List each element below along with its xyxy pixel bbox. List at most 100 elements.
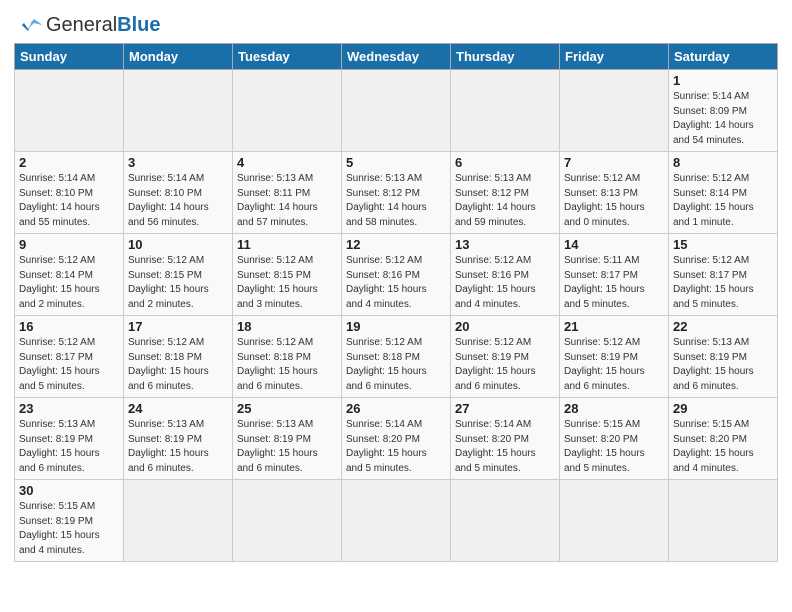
day-info: Sunrise: 5:12 AM Sunset: 8:18 PM Dayligh… bbox=[346, 336, 446, 394]
week-row-2: 9 Sunrise: 5:12 AM Sunset: 8:14 PM Daylig… bbox=[15, 234, 778, 316]
day-cell bbox=[15, 70, 124, 152]
header-cell-friday: Friday bbox=[560, 44, 669, 70]
week-row-4: 23 Sunrise: 5:13 AM Sunset: 8:19 PM Dayli… bbox=[15, 398, 778, 480]
day-number: 7 bbox=[564, 155, 664, 170]
day-number: 27 bbox=[455, 401, 555, 416]
day-cell: 23 Sunrise: 5:13 AM Sunset: 8:19 PM Dayli… bbox=[15, 398, 124, 480]
day-number: 21 bbox=[564, 319, 664, 334]
day-cell: 10 Sunrise: 5:12 AM Sunset: 8:15 PM Dayli… bbox=[124, 234, 233, 316]
day-number: 18 bbox=[237, 319, 337, 334]
day-cell bbox=[124, 480, 233, 562]
day-number: 9 bbox=[19, 237, 119, 252]
day-info: Sunrise: 5:12 AM Sunset: 8:15 PM Dayligh… bbox=[128, 254, 228, 312]
day-cell bbox=[124, 70, 233, 152]
day-cell bbox=[451, 480, 560, 562]
day-cell: 22 Sunrise: 5:13 AM Sunset: 8:19 PM Dayli… bbox=[669, 316, 778, 398]
header-cell-wednesday: Wednesday bbox=[342, 44, 451, 70]
header-cell-monday: Monday bbox=[124, 44, 233, 70]
day-info: Sunrise: 5:12 AM Sunset: 8:19 PM Dayligh… bbox=[564, 336, 664, 394]
day-cell bbox=[342, 480, 451, 562]
logo-text: GeneralBlue bbox=[46, 14, 161, 37]
day-cell: 7Sunrise: 5:12 AM Sunset: 8:13 PM Daylig… bbox=[560, 152, 669, 234]
header: GeneralBlue bbox=[14, 10, 778, 37]
day-cell: 27 Sunrise: 5:14 AM Sunset: 8:20 PM Dayli… bbox=[451, 398, 560, 480]
day-number: 6 bbox=[455, 155, 555, 170]
day-number: 22 bbox=[673, 319, 773, 334]
day-info: Sunrise: 5:12 AM Sunset: 8:17 PM Dayligh… bbox=[19, 336, 119, 394]
day-number: 28 bbox=[564, 401, 664, 416]
page: GeneralBlue SundayMondayTuesdayWednesday… bbox=[0, 0, 792, 576]
day-info: Sunrise: 5:14 AM Sunset: 8:20 PM Dayligh… bbox=[455, 418, 555, 476]
day-number: 29 bbox=[673, 401, 773, 416]
header-row: SundayMondayTuesdayWednesdayThursdayFrid… bbox=[15, 44, 778, 70]
day-cell: 9 Sunrise: 5:12 AM Sunset: 8:14 PM Daylig… bbox=[15, 234, 124, 316]
week-row-3: 16 Sunrise: 5:12 AM Sunset: 8:17 PM Dayli… bbox=[15, 316, 778, 398]
day-info: Sunrise: 5:14 AM Sunset: 8:10 PM Dayligh… bbox=[128, 172, 228, 230]
day-cell: 20Sunrise: 5:12 AM Sunset: 8:19 PM Dayli… bbox=[451, 316, 560, 398]
day-info: Sunrise: 5:13 AM Sunset: 8:19 PM Dayligh… bbox=[128, 418, 228, 476]
day-cell: 11Sunrise: 5:12 AM Sunset: 8:15 PM Dayli… bbox=[233, 234, 342, 316]
day-cell bbox=[233, 480, 342, 562]
day-cell: 1 Sunrise: 5:14 AM Sunset: 8:09 PM Daylig… bbox=[669, 70, 778, 152]
day-number: 23 bbox=[19, 401, 119, 416]
day-info: Sunrise: 5:13 AM Sunset: 8:11 PM Dayligh… bbox=[237, 172, 337, 230]
day-info: Sunrise: 5:12 AM Sunset: 8:18 PM Dayligh… bbox=[237, 336, 337, 394]
day-cell: 18 Sunrise: 5:12 AM Sunset: 8:18 PM Dayli… bbox=[233, 316, 342, 398]
day-info: Sunrise: 5:14 AM Sunset: 8:09 PM Dayligh… bbox=[673, 90, 773, 148]
day-cell: 8 Sunrise: 5:12 AM Sunset: 8:14 PM Daylig… bbox=[669, 152, 778, 234]
day-cell: 12Sunrise: 5:12 AM Sunset: 8:16 PM Dayli… bbox=[342, 234, 451, 316]
day-number: 13 bbox=[455, 237, 555, 252]
day-number: 1 bbox=[673, 73, 773, 88]
day-cell bbox=[342, 70, 451, 152]
week-row-1: 2Sunrise: 5:14 AM Sunset: 8:10 PM Daylig… bbox=[15, 152, 778, 234]
header-cell-tuesday: Tuesday bbox=[233, 44, 342, 70]
day-number: 26 bbox=[346, 401, 446, 416]
day-cell: 17Sunrise: 5:12 AM Sunset: 8:18 PM Dayli… bbox=[124, 316, 233, 398]
day-info: Sunrise: 5:12 AM Sunset: 8:16 PM Dayligh… bbox=[346, 254, 446, 312]
day-info: Sunrise: 5:12 AM Sunset: 8:16 PM Dayligh… bbox=[455, 254, 555, 312]
day-number: 5 bbox=[346, 155, 446, 170]
day-cell: 15Sunrise: 5:12 AM Sunset: 8:17 PM Dayli… bbox=[669, 234, 778, 316]
header-cell-saturday: Saturday bbox=[669, 44, 778, 70]
day-number: 16 bbox=[19, 319, 119, 334]
day-cell: 16 Sunrise: 5:12 AM Sunset: 8:17 PM Dayli… bbox=[15, 316, 124, 398]
day-info: Sunrise: 5:15 AM Sunset: 8:19 PM Dayligh… bbox=[19, 500, 119, 558]
day-cell: 13 Sunrise: 5:12 AM Sunset: 8:16 PM Dayli… bbox=[451, 234, 560, 316]
day-info: Sunrise: 5:13 AM Sunset: 8:12 PM Dayligh… bbox=[455, 172, 555, 230]
day-cell bbox=[233, 70, 342, 152]
day-cell bbox=[560, 480, 669, 562]
day-info: Sunrise: 5:12 AM Sunset: 8:18 PM Dayligh… bbox=[128, 336, 228, 394]
day-info: Sunrise: 5:14 AM Sunset: 8:20 PM Dayligh… bbox=[346, 418, 446, 476]
day-cell: 21 Sunrise: 5:12 AM Sunset: 8:19 PM Dayli… bbox=[560, 316, 669, 398]
day-cell: 14Sunrise: 5:11 AM Sunset: 8:17 PM Dayli… bbox=[560, 234, 669, 316]
day-cell bbox=[560, 70, 669, 152]
day-info: Sunrise: 5:12 AM Sunset: 8:19 PM Dayligh… bbox=[455, 336, 555, 394]
day-cell: 3 Sunrise: 5:14 AM Sunset: 8:10 PM Daylig… bbox=[124, 152, 233, 234]
day-cell: 19 Sunrise: 5:12 AM Sunset: 8:18 PM Dayli… bbox=[342, 316, 451, 398]
week-row-5: 30Sunrise: 5:15 AM Sunset: 8:19 PM Dayli… bbox=[15, 480, 778, 562]
day-cell bbox=[669, 480, 778, 562]
logo: GeneralBlue bbox=[14, 10, 161, 37]
day-info: Sunrise: 5:12 AM Sunset: 8:14 PM Dayligh… bbox=[19, 254, 119, 312]
calendar-header: SundayMondayTuesdayWednesdayThursdayFrid… bbox=[15, 44, 778, 70]
day-cell: 4 Sunrise: 5:13 AM Sunset: 8:11 PM Daylig… bbox=[233, 152, 342, 234]
day-info: Sunrise: 5:13 AM Sunset: 8:19 PM Dayligh… bbox=[19, 418, 119, 476]
day-info: Sunrise: 5:13 AM Sunset: 8:19 PM Dayligh… bbox=[673, 336, 773, 394]
day-number: 14 bbox=[564, 237, 664, 252]
day-info: Sunrise: 5:15 AM Sunset: 8:20 PM Dayligh… bbox=[673, 418, 773, 476]
week-row-0: 1 Sunrise: 5:14 AM Sunset: 8:09 PM Daylig… bbox=[15, 70, 778, 152]
day-info: Sunrise: 5:14 AM Sunset: 8:10 PM Dayligh… bbox=[19, 172, 119, 230]
logo-icon bbox=[14, 15, 42, 37]
day-number: 8 bbox=[673, 155, 773, 170]
calendar-table: SundayMondayTuesdayWednesdayThursdayFrid… bbox=[14, 43, 778, 562]
day-number: 19 bbox=[346, 319, 446, 334]
day-number: 10 bbox=[128, 237, 228, 252]
day-info: Sunrise: 5:13 AM Sunset: 8:12 PM Dayligh… bbox=[346, 172, 446, 230]
day-info: Sunrise: 5:15 AM Sunset: 8:20 PM Dayligh… bbox=[564, 418, 664, 476]
day-number: 4 bbox=[237, 155, 337, 170]
day-info: Sunrise: 5:12 AM Sunset: 8:14 PM Dayligh… bbox=[673, 172, 773, 230]
day-number: 3 bbox=[128, 155, 228, 170]
day-cell: 6 Sunrise: 5:13 AM Sunset: 8:12 PM Daylig… bbox=[451, 152, 560, 234]
day-info: Sunrise: 5:12 AM Sunset: 8:15 PM Dayligh… bbox=[237, 254, 337, 312]
day-number: 24 bbox=[128, 401, 228, 416]
